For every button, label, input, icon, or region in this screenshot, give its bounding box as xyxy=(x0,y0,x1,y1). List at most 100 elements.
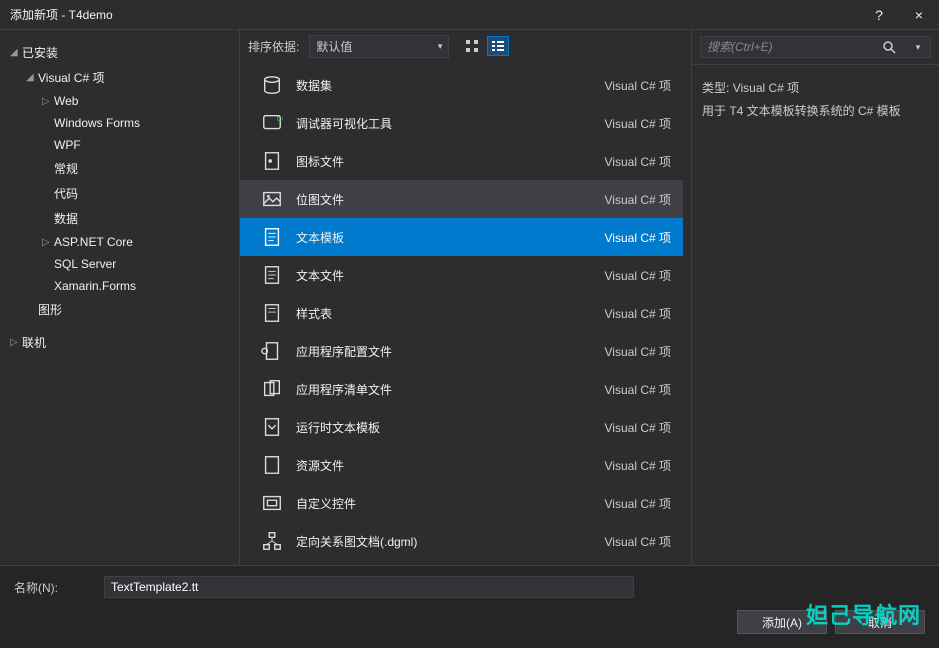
textfile-icon xyxy=(256,264,288,286)
tree-xamarin[interactable]: Xamarin.Forms xyxy=(0,275,239,297)
template-suffix: Visual C# 项 xyxy=(605,77,671,94)
search-box[interactable]: ▾ xyxy=(700,36,931,58)
tree-label: Xamarin.Forms xyxy=(54,279,136,293)
template-item-resource[interactable]: 资源文件Visual C# 项 xyxy=(240,446,683,484)
name-input[interactable] xyxy=(104,576,634,598)
template-label: 文本模板 xyxy=(296,229,605,246)
stylesheet-icon xyxy=(256,302,288,324)
appconfig-icon xyxy=(256,340,288,362)
type-label: 类型: xyxy=(702,81,729,95)
template-label: 资源文件 xyxy=(296,457,605,474)
template-item-texttemplate[interactable]: 文本模板Visual C# 项 xyxy=(240,218,683,256)
tree-label: 已安装 xyxy=(22,44,58,61)
grid-icon xyxy=(465,39,479,53)
template-label: 应用程序配置文件 xyxy=(296,343,605,360)
template-suffix: Visual C# 项 xyxy=(605,115,671,132)
name-row: 名称(N): xyxy=(14,576,925,598)
tree-web[interactable]: ▷Web xyxy=(0,90,239,112)
template-item-bitmap[interactable]: 位图文件Visual C# 项 xyxy=(240,180,683,218)
chevron-right-icon: ▷ xyxy=(42,96,54,107)
template-suffix: Visual C# 项 xyxy=(605,457,671,474)
search-input[interactable] xyxy=(701,40,882,54)
tree-label: Windows Forms xyxy=(54,116,140,130)
template-suffix: Visual C# 项 xyxy=(605,153,671,170)
tree-wpf[interactable]: WPF xyxy=(0,134,239,156)
template-item-stylesheet[interactable]: 样式表Visual C# 项 xyxy=(240,294,683,332)
tree-data[interactable]: 数据 xyxy=(0,206,239,231)
sortby-dropdown[interactable]: 默认值 ▾ xyxy=(309,35,449,58)
tree-label: Visual C# 项 xyxy=(38,69,104,86)
type-value: Visual C# 项 xyxy=(733,81,799,95)
template-item-appmanifest[interactable]: 应用程序清单文件Visual C# 项 xyxy=(240,370,683,408)
chevron-down-icon: ◢ xyxy=(26,72,38,83)
template-item-dbgviz[interactable]: C# 调试器可视化工具Visual C# 项 xyxy=(240,104,683,142)
template-suffix: Visual C# 项 xyxy=(605,343,671,360)
template-suffix: Visual C# 项 xyxy=(605,495,671,512)
template-suffix: Visual C# 项 xyxy=(605,381,671,398)
tree-code[interactable]: 代码 xyxy=(0,181,239,206)
tree-general[interactable]: 常规 xyxy=(0,156,239,181)
titlebar: 添加新项 - T4demo ? × xyxy=(0,0,939,30)
template-suffix: Visual C# 项 xyxy=(605,229,671,246)
template-label: 定向关系图文档(.dgml) xyxy=(296,533,605,550)
template-label: 运行时文本模板 xyxy=(296,419,605,436)
tree-visual-csharp[interactable]: ◢Visual C# 项 xyxy=(0,65,239,90)
dgml-icon xyxy=(256,530,288,552)
template-item-iconfile[interactable]: 图标文件Visual C# 项 xyxy=(240,142,683,180)
template-item-runtimetext[interactable]: 运行时文本模板Visual C# 项 xyxy=(240,408,683,446)
template-suffix: Visual C# 项 xyxy=(605,305,671,322)
template-item-textfile[interactable]: 文本文件Visual C# 项 xyxy=(240,256,683,294)
dataset-icon xyxy=(256,74,288,96)
template-label: 调试器可视化工具 xyxy=(296,115,605,132)
template-description: 类型: Visual C# 项 用于 T4 文本模板转换系统的 C# 模板 xyxy=(692,65,939,135)
template-item-appconfig[interactable]: 应用程序配置文件Visual C# 项 xyxy=(240,332,683,370)
chevron-right-icon: ▷ xyxy=(10,337,22,348)
bitmap-icon xyxy=(256,188,288,210)
details-pane: ▾ 类型: Visual C# 项 用于 T4 文本模板转换系统的 C# 模板 xyxy=(691,30,939,565)
window-title: 添加新项 - T4demo xyxy=(10,6,859,23)
view-list-button[interactable] xyxy=(487,36,509,56)
template-label: 数据集 xyxy=(296,77,605,94)
tree-label: 数据 xyxy=(54,210,78,227)
tree-sql[interactable]: SQL Server xyxy=(0,253,239,275)
sortby-label: 排序依据: xyxy=(248,38,299,55)
iconfile-icon xyxy=(256,150,288,172)
tree-label: Web xyxy=(54,94,78,108)
texttemplate-icon xyxy=(256,226,288,248)
dbgviz-icon: C# xyxy=(256,112,288,134)
tree-online[interactable]: ▷联机 xyxy=(0,330,239,355)
tree-graphics[interactable]: 图形 xyxy=(0,297,239,322)
template-list[interactable]: 数据集Visual C# 项C#调试器可视化工具Visual C# 项图标文件V… xyxy=(240,62,691,565)
template-item-dataset[interactable]: 数据集Visual C# 项 xyxy=(240,66,683,104)
sortby-value: 默认值 xyxy=(316,38,352,55)
view-grid-button[interactable] xyxy=(461,36,483,56)
appmanifest-icon xyxy=(256,378,288,400)
template-label: 图标文件 xyxy=(296,153,605,170)
template-suffix: Visual C# 项 xyxy=(605,533,671,550)
template-item-customctrl[interactable]: 自定义控件Visual C# 项 xyxy=(240,484,683,522)
tree-installed[interactable]: ◢已安装 xyxy=(0,40,239,65)
chevron-down-icon: ▾ xyxy=(438,41,443,52)
list-icon xyxy=(491,39,505,53)
resource-icon xyxy=(256,454,288,476)
chevron-right-icon: ▷ xyxy=(42,237,54,248)
dropdown-arrow-icon[interactable]: ▾ xyxy=(906,42,930,53)
description-text: 用于 T4 文本模板转换系统的 C# 模板 xyxy=(702,100,929,123)
tree-aspnet[interactable]: ▷ASP.NET Core xyxy=(0,231,239,253)
close-button[interactable]: × xyxy=(899,0,939,30)
tree-winforms[interactable]: Windows Forms xyxy=(0,112,239,134)
cancel-button[interactable]: 取消 xyxy=(835,610,925,634)
add-button[interactable]: 添加(A) xyxy=(737,610,827,634)
template-label: 自定义控件 xyxy=(296,495,605,512)
search-icon[interactable] xyxy=(882,40,906,54)
tree-label: 常规 xyxy=(54,160,78,177)
template-suffix: Visual C# 项 xyxy=(605,419,671,436)
dialog-footer: 名称(N): 添加(A) 取消 xyxy=(0,565,939,648)
tree-label: ASP.NET Core xyxy=(54,235,133,249)
template-suffix: Visual C# 项 xyxy=(605,191,671,208)
help-button[interactable]: ? xyxy=(859,0,899,30)
customctrl-icon xyxy=(256,492,288,514)
svg-text:C#: C# xyxy=(277,116,283,123)
template-item-dgml[interactable]: 定向关系图文档(.dgml)Visual C# 项 xyxy=(240,522,683,560)
tree-label: 代码 xyxy=(54,185,78,202)
